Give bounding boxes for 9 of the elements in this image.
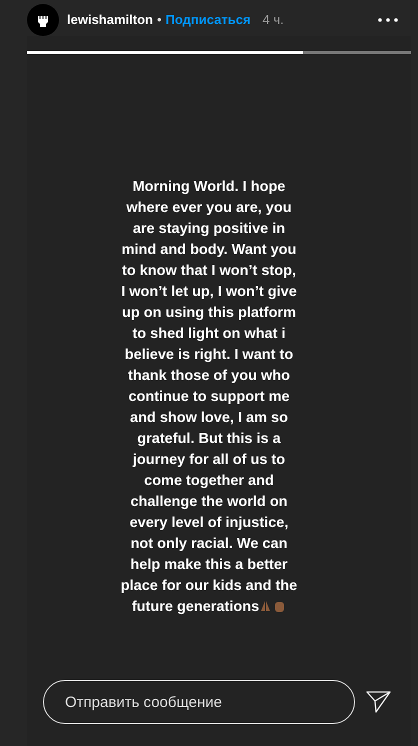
username[interactable]: lewishamilton [67,10,153,30]
follow-link[interactable]: Подписаться [166,10,251,30]
more-icon[interactable] [378,18,398,22]
avatar-icon[interactable] [27,4,59,36]
separator-dot: • [156,11,162,30]
send-icon[interactable] [366,691,391,713]
story-text: Morning World. I hope where ever you are, you are staying positive in mind and body. Want you to know that I won’t stop, I won’t let up, I won’t give up on using this platform to shed light on what i believe is right. I want to thank those of you who continue to support me and show love, I am so grateful. But this is a journey for all of us to come together and challenge the world on every level of injustice, not only racial. We can help make this a better place for our kids and the future generations [120,178,298,616]
message-field[interactable]: Отправить сообщение [43,680,355,724]
post-time: 4 ч. [262,11,284,30]
